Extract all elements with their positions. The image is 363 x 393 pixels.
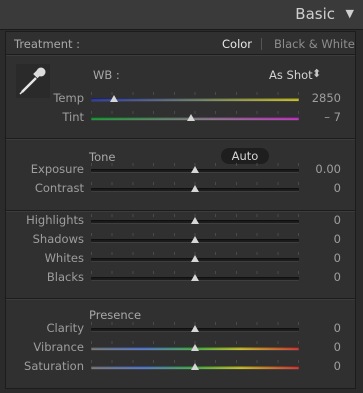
- blacks-slider-thumb[interactable]: [191, 274, 199, 281]
- presence-section-label: Presence: [89, 308, 142, 322]
- tone-section-label: Tone: [89, 150, 116, 164]
- temp-slider-track[interactable]: [91, 98, 299, 101]
- vibrance-value[interactable]: 0: [301, 340, 341, 354]
- separator: [6, 138, 355, 140]
- basic-panel: Treatment : Color Black & White WB : As …: [5, 31, 356, 389]
- wb-select-arrows-icon[interactable]: ⬍: [312, 67, 321, 80]
- wb-label: WB :: [93, 68, 120, 82]
- temp-label: Temp: [53, 91, 84, 105]
- shadows-slider-thumb[interactable]: [191, 236, 199, 243]
- separator: [6, 54, 355, 56]
- contrast-label: Contrast: [34, 181, 84, 195]
- temp-ticks: [91, 92, 299, 95]
- exposure-label: Exposure: [30, 162, 84, 176]
- highlights-value[interactable]: 0: [301, 213, 341, 227]
- exposure-slider-thumb[interactable]: [191, 166, 199, 173]
- separator: [6, 298, 355, 300]
- auto-tone-button[interactable]: Auto: [221, 148, 269, 164]
- blacks-value[interactable]: 0: [301, 270, 341, 284]
- whites-value[interactable]: 0: [301, 251, 341, 265]
- saturation-slider-thumb[interactable]: [191, 363, 199, 370]
- whites-slider-thumb[interactable]: [191, 255, 199, 262]
- whites-label: Whites: [44, 251, 84, 265]
- vibrance-slider-thumb[interactable]: [191, 344, 199, 351]
- saturation-value[interactable]: 0: [301, 359, 341, 373]
- saturation-label: Saturation: [24, 359, 84, 373]
- tint-value[interactable]: – 7: [301, 110, 341, 124]
- highlights-label: Highlights: [26, 213, 84, 227]
- exposure-value[interactable]: 0.00: [301, 162, 341, 176]
- temp-value[interactable]: 2850: [301, 91, 341, 105]
- treatment-bw-option[interactable]: Black & White: [274, 37, 355, 51]
- collapse-triangle-icon[interactable]: ▼: [346, 7, 354, 20]
- clarity-value[interactable]: 0: [301, 321, 341, 335]
- clarity-label: Clarity: [46, 321, 84, 335]
- blacks-label: Blacks: [46, 270, 84, 284]
- temp-slider-thumb[interactable]: [109, 95, 118, 102]
- tint-slider-thumb[interactable]: [186, 114, 195, 121]
- tint-slider-track[interactable]: [91, 117, 299, 120]
- separator: [6, 210, 355, 212]
- wb-preset-select[interactable]: As Shot: [269, 68, 313, 82]
- highlights-slider-thumb[interactable]: [191, 217, 199, 224]
- shadows-value[interactable]: 0: [301, 232, 341, 246]
- tint-label: Tint: [62, 110, 84, 124]
- contrast-slider-thumb[interactable]: [191, 185, 199, 192]
- vibrance-label: Vibrance: [33, 340, 84, 354]
- treatment-divider: [261, 38, 262, 50]
- treatment-label: Treatment :: [14, 37, 81, 51]
- shadows-label: Shadows: [32, 232, 84, 246]
- tint-ticks: [91, 111, 299, 114]
- contrast-value[interactable]: 0: [301, 181, 341, 195]
- panel-title: Basic: [295, 5, 335, 23]
- panel-header[interactable]: Basic ▼: [0, 0, 363, 30]
- clarity-slider-thumb[interactable]: [191, 325, 199, 332]
- treatment-color-option[interactable]: Color: [222, 37, 252, 51]
